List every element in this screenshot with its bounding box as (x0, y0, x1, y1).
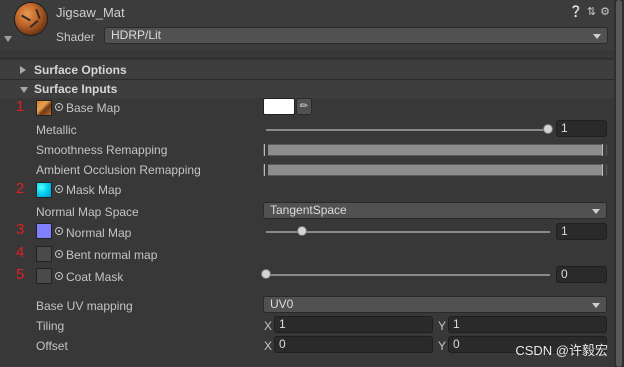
object-picker-icon[interactable] (55, 272, 63, 280)
bent-normal-map-texture-slot[interactable] (36, 246, 52, 262)
divider (0, 58, 614, 59)
eyedropper-icon[interactable]: ✏ (296, 98, 312, 115)
base-uv-mapping-value: UV0 (270, 297, 294, 311)
watermark: CSDN @许毅宏 (515, 343, 608, 358)
normal-map-label: Normal Map (66, 226, 132, 240)
coat-mask-slider-track[interactable] (266, 274, 550, 276)
normal-map-space-value: TangentSpace (270, 203, 347, 217)
object-picker-icon[interactable] (55, 250, 63, 258)
coat-mask-texture-slot[interactable] (36, 268, 52, 284)
settings-icon[interactable]: ⚙ (600, 5, 610, 18)
preset-icon[interactable]: ⇅ (587, 5, 596, 18)
shader-dropdown[interactable]: HDRP/Lit (104, 27, 608, 44)
foldout-arrow-icon[interactable] (4, 36, 12, 42)
chevron-right-icon (20, 66, 26, 74)
coat-mask-label: Coat Mask (66, 270, 124, 284)
shader-value: HDRP/Lit (111, 28, 162, 42)
scrollbar-thumb[interactable] (616, 0, 622, 367)
offset-x-label: X (264, 339, 273, 353)
tiling-x-label: X (264, 319, 273, 333)
chevron-down-icon (20, 87, 28, 93)
chevron-down-icon (592, 303, 600, 308)
base-uv-mapping-label: Base UV mapping (36, 299, 133, 313)
range-max-handle[interactable] (602, 164, 606, 176)
offset-label: Offset (36, 339, 68, 353)
coat-mask-value-field[interactable]: 0 (556, 266, 607, 283)
metallic-label: Metallic (36, 123, 77, 137)
annotation-number-5: 5 (16, 266, 25, 283)
section-surface-inputs[interactable]: Surface Inputs (0, 80, 614, 98)
section-title: Surface Inputs (34, 82, 118, 96)
tiling-y-field[interactable]: 1 (448, 316, 607, 333)
offset-y-value: 0 (453, 337, 460, 351)
material-title: Jigsaw_Mat (56, 5, 125, 20)
metallic-value: 1 (561, 121, 568, 135)
offset-y-label: Y (438, 339, 447, 353)
tiling-x-value: 1 (279, 317, 286, 331)
object-picker-icon[interactable] (55, 227, 63, 235)
base-map-texture-slot[interactable] (36, 100, 52, 116)
ao-remapping-label: Ambient Occlusion Remapping (36, 163, 201, 177)
normal-scale-slider-handle[interactable] (296, 226, 307, 236)
base-color-swatch[interactable] (263, 98, 295, 115)
metallic-value-field[interactable]: 1 (556, 120, 607, 137)
tiling-x-field[interactable]: 1 (274, 316, 433, 333)
shader-label: Shader (56, 30, 95, 44)
section-surface-options[interactable]: Surface Options (0, 61, 614, 79)
annotation-number-3: 3 (16, 221, 25, 238)
tiling-label: Tiling (36, 319, 65, 333)
normal-map-space-label: Normal Map Space (36, 205, 139, 219)
normal-map-space-dropdown[interactable]: TangentSpace (263, 202, 607, 219)
chevron-down-icon (593, 34, 601, 39)
tiling-y-value: 1 (453, 317, 460, 331)
object-picker-icon[interactable] (55, 185, 63, 193)
metallic-slider-track[interactable] (266, 129, 548, 131)
range-min-handle[interactable] (264, 144, 268, 156)
normal-scale-value: 1 (561, 224, 568, 238)
metallic-slider-handle[interactable] (543, 124, 553, 134)
ao-remapping-range-slider[interactable] (263, 164, 607, 176)
normal-scale-slider-track[interactable] (266, 231, 550, 233)
mask-map-label: Mask Map (66, 183, 122, 197)
mask-map-texture-slot[interactable] (36, 182, 52, 198)
annotation-number-1: 1 (16, 98, 25, 115)
smoothness-remapping-label: Smoothness Remapping (36, 143, 168, 157)
smoothness-remapping-range-slider[interactable] (263, 144, 607, 156)
annotation-number-4: 4 (16, 244, 25, 261)
offset-x-value: 0 (279, 337, 286, 351)
range-max-handle[interactable] (602, 144, 606, 156)
range-min-handle[interactable] (264, 164, 268, 176)
tiling-y-label: Y (438, 319, 447, 333)
header-icons: ❔ ⇅ ⚙ (569, 5, 610, 18)
normal-map-texture-slot[interactable] (36, 223, 52, 239)
help-icon[interactable]: ❔ (569, 5, 583, 18)
chevron-down-icon (592, 209, 600, 214)
section-title: Surface Options (34, 63, 127, 77)
material-preview-thumbnail[interactable] (15, 3, 47, 35)
offset-x-field[interactable]: 0 (274, 336, 433, 353)
object-picker-icon[interactable] (55, 103, 63, 111)
bent-normal-map-label: Bent normal map (66, 248, 158, 262)
base-map-label: Base Map (66, 101, 121, 115)
coat-mask-slider-handle[interactable] (261, 269, 271, 279)
coat-mask-value: 0 (561, 267, 568, 281)
annotation-number-2: 2 (16, 180, 25, 197)
base-uv-mapping-dropdown[interactable]: UV0 (263, 296, 607, 313)
normal-scale-value-field[interactable]: 1 (556, 223, 607, 240)
